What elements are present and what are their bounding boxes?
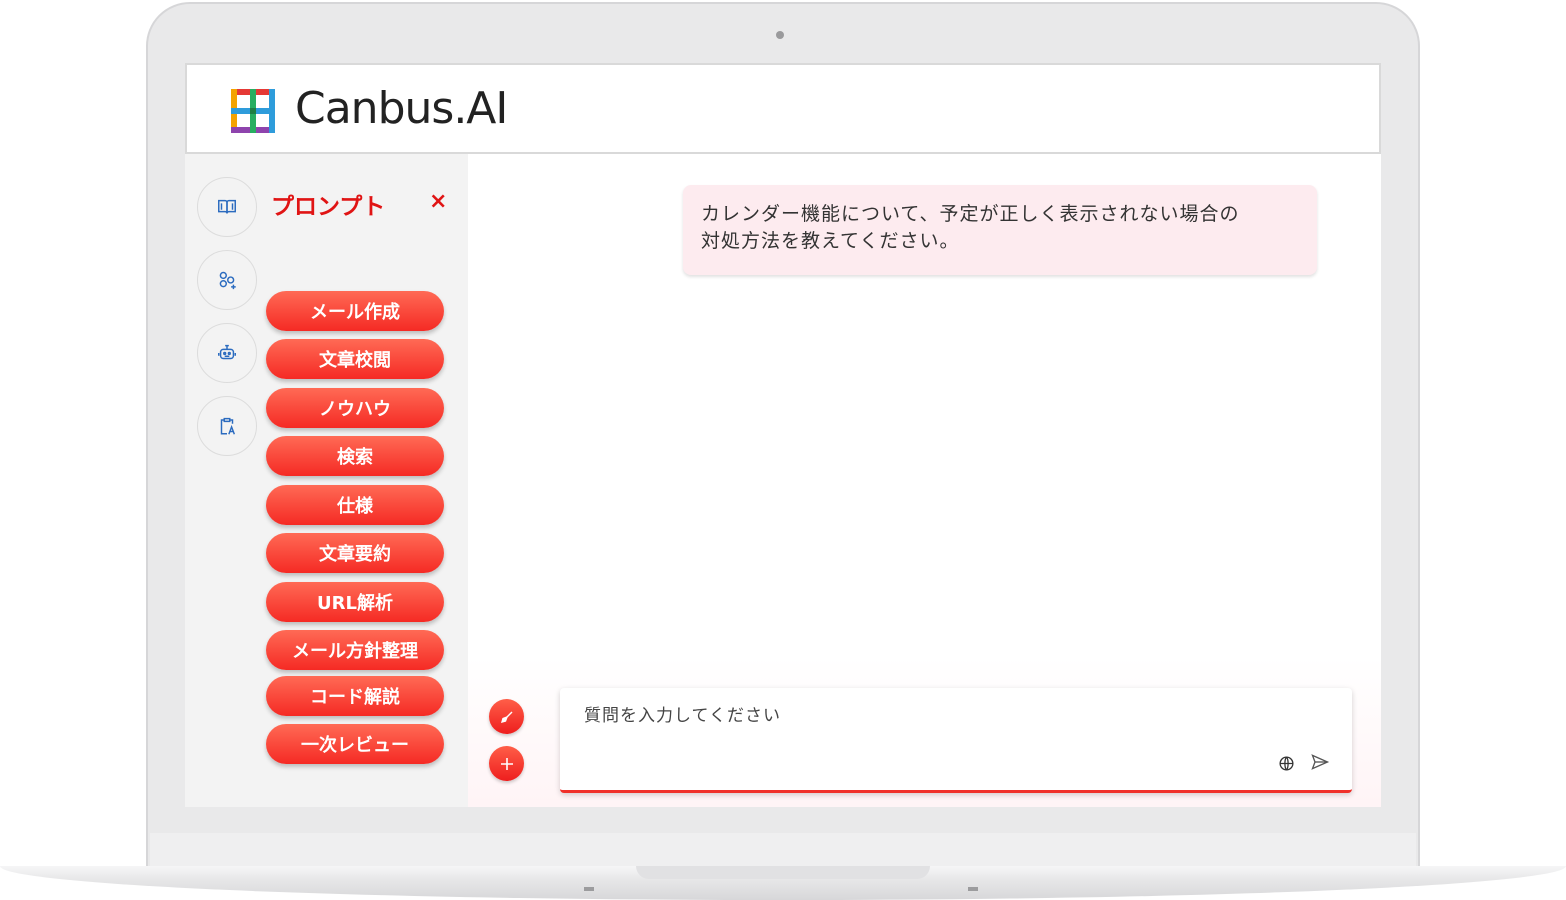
laptop-notch — [636, 866, 930, 879]
message-line: カレンダー機能について、予定が正しく表示されない場合の — [701, 203, 1240, 225]
prompt-button-code-explain[interactable]: コード解説 — [266, 676, 444, 716]
prompt-button-mail-policy[interactable]: メール方針整理 — [266, 630, 444, 670]
rail-button-library[interactable] — [197, 177, 257, 237]
rail-button-team[interactable] — [197, 250, 257, 310]
clipboard-translate-icon — [220, 417, 236, 435]
message-line: 対処方法を教えてください。 — [701, 230, 960, 252]
rail-button-assistant[interactable] — [197, 323, 257, 383]
prompt-button-url-analysis[interactable]: URL解析 — [266, 582, 444, 622]
prompt-panel-title: プロンプト — [271, 194, 386, 220]
app-screen: Canbus.AI プロンプト × メール作成 文章校閲 ノウハウ 検索 仕様 … — [185, 63, 1381, 807]
camera-dot — [776, 31, 784, 39]
prompt-button-spec[interactable]: 仕様 — [266, 485, 444, 525]
logo-icon — [231, 89, 275, 133]
broom-icon — [500, 711, 512, 723]
globe-icon[interactable] — [1278, 755, 1295, 772]
user-message-bubble: カレンダー機能について、予定が正しく表示されない場合の 対処方法を教えてください… — [683, 185, 1317, 275]
bot-icon — [218, 344, 236, 360]
laptop-chin — [150, 833, 1416, 870]
prompt-button-knowhow[interactable]: ノウハウ — [266, 388, 444, 428]
rail-button-translate[interactable] — [197, 396, 257, 456]
prompt-button-search[interactable]: 検索 — [266, 436, 444, 476]
question-input[interactable] — [584, 706, 1184, 726]
close-icon[interactable]: × — [429, 191, 447, 213]
app-header: Canbus.AI — [185, 63, 1381, 154]
prompt-button-summary[interactable]: 文章要約 — [266, 533, 444, 573]
team-icon — [219, 271, 236, 290]
plus-icon — [500, 757, 513, 770]
message-composer — [560, 688, 1352, 793]
chat-area: カレンダー機能について、予定が正しく表示されない場合の 対処方法を教えてください… — [468, 154, 1381, 807]
prompt-button-first-review[interactable]: 一次レビュー — [266, 724, 444, 764]
new-chat-button[interactable] — [489, 746, 524, 781]
prompt-button-proofread[interactable]: 文章校閲 — [266, 339, 444, 379]
book-icon — [218, 199, 236, 214]
send-icon[interactable] — [1310, 752, 1330, 772]
prompt-button-mail-compose[interactable]: メール作成 — [266, 291, 444, 331]
laptop-foot — [968, 887, 978, 891]
logo-text: Canbus.AI — [295, 83, 508, 134]
left-panel: プロンプト × メール作成 文章校閲 ノウハウ 検索 仕様 文章要約 URL解析… — [185, 154, 468, 807]
laptop-foot — [584, 887, 594, 891]
clear-chat-button[interactable] — [489, 699, 524, 734]
